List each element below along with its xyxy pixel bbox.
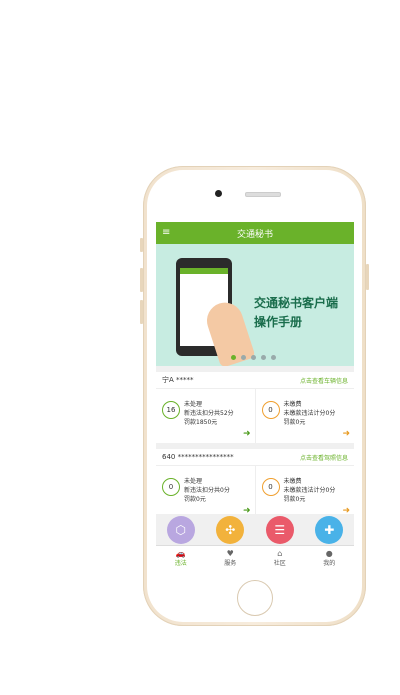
arrow-right-icon: ➜ (242, 429, 251, 439)
license-card: 640 **************** 点击查看驾照信息 0 未处理 新违法扣… (156, 449, 354, 520)
carousel-dot[interactable] (231, 355, 236, 360)
home-button[interactable] (237, 580, 273, 616)
bottom-tab-bar: 🚗 违法 ♥ 服务 ⌂ 社区 ● 我的 (156, 545, 354, 570)
pending-violations[interactable]: 16 未处理 新违法扣分共52分 罚款1850元 ➜ (156, 389, 255, 443)
person-icon: ● (325, 549, 333, 558)
gamepad-icon[interactable]: ✣ (216, 516, 245, 544)
carousel-dot[interactable] (271, 355, 276, 360)
pending-count: 0 (162, 478, 180, 496)
banner-line2: 操作手册 (254, 315, 303, 329)
vehicle-info-link[interactable]: 点击查看车辆信息 (300, 376, 348, 385)
carousel-dot[interactable] (241, 355, 246, 360)
car-icon: 🚗 (175, 549, 186, 558)
banner-line1: 交通秘书客户端 (254, 296, 339, 310)
license-number: 640 **************** (162, 453, 234, 461)
promo-banner[interactable]: 交通秘书客户端 操作手册 (156, 244, 354, 366)
tab-services[interactable]: ♥ 服务 (206, 546, 256, 570)
vehicle-plate: 宁A ***** (162, 376, 194, 384)
heart-icon: ♥ (226, 549, 234, 558)
unpaid-count: 0 (261, 478, 280, 496)
app-header: ≡ 交通秘书 (156, 222, 354, 244)
banner-title: 交通秘书客户端 操作手册 (254, 294, 338, 332)
gift-icon[interactable]: ✚ (315, 516, 344, 544)
carousel-dot[interactable] (261, 355, 266, 360)
tab-community[interactable]: ⌂ 社区 (255, 546, 305, 570)
pending-violations[interactable]: 0 未处理 新违法扣分共0分 罚款0元 ➜ (156, 466, 255, 520)
pending-count: 16 (162, 401, 180, 419)
community-icon: ⌂ (277, 549, 283, 558)
arrow-right-icon: ➜ (342, 429, 350, 439)
unpaid-count: 0 (261, 401, 280, 419)
front-camera (215, 190, 222, 197)
app-screen: ≡ 交通秘书 交通秘书客户端 操作手册 宁A ***** 点击查看车辆信息 16… (156, 222, 354, 570)
tab-mine[interactable]: ● 我的 (305, 546, 355, 570)
shield-icon[interactable]: ⬡ (166, 516, 195, 544)
earpiece-speaker (245, 192, 281, 197)
chat-icon[interactable]: ☰ (265, 516, 294, 544)
volume-up-button (140, 268, 143, 292)
unpaid-fines[interactable]: 0 未缴费 未缴款违法计分0分 罚款0元 ➜ (254, 466, 355, 520)
tab-violations[interactable]: 🚗 违法 (156, 546, 206, 570)
carousel-dot[interactable] (251, 355, 256, 360)
menu-icon[interactable]: ≡ (162, 227, 174, 239)
volume-down-button (140, 300, 143, 324)
unpaid-fines[interactable]: 0 未缴费 未缴款违法计分0分 罚款0元 ➜ (254, 389, 355, 443)
vehicle-card: 宁A ***** 点击查看车辆信息 16 未处理 新违法扣分共52分 罚款185… (156, 372, 354, 443)
carousel-dots (231, 355, 276, 360)
quick-actions: ⬡ ✣ ☰ ✚ (156, 514, 354, 546)
license-info-link[interactable]: 点击查看驾照信息 (300, 453, 348, 462)
mute-switch (140, 238, 143, 252)
app-title: 交通秘书 (236, 229, 273, 240)
power-button (366, 264, 369, 290)
